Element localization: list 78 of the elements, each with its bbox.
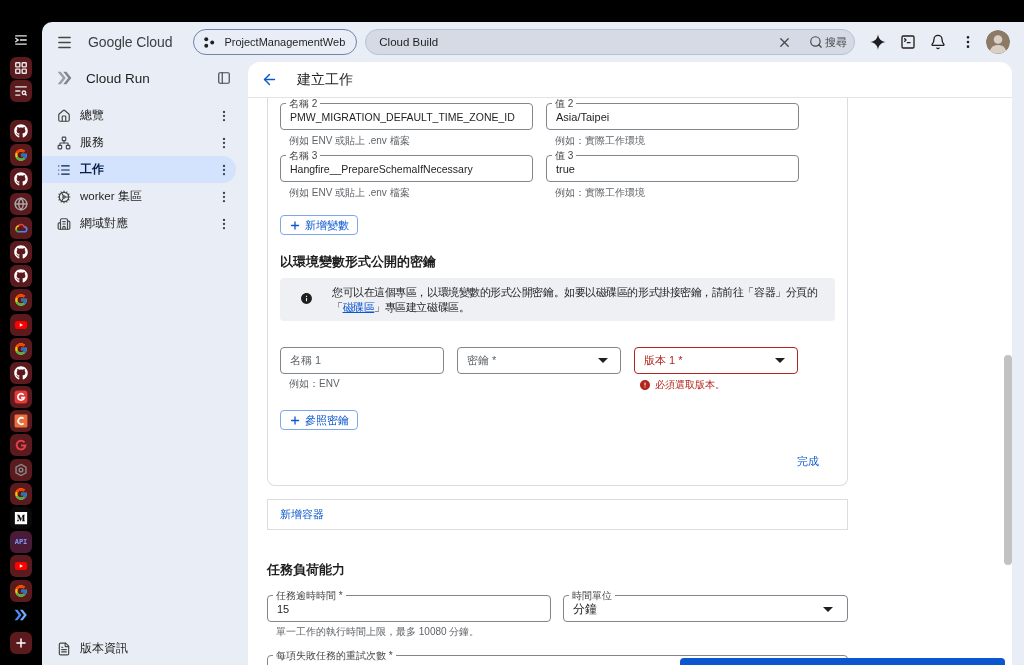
name-field[interactable]: 名稱 2 PMW_MIGRATION_DEFAULT_TIME_ZONE_ID	[280, 98, 533, 130]
error-message: 必須選取版本。	[655, 378, 725, 392]
value-field[interactable]: 值 2 Asia/Taipei	[546, 98, 799, 130]
done-button[interactable]: 完成	[797, 454, 819, 468]
github-icon[interactable]	[10, 168, 32, 191]
nav-item[interactable]: 總覽	[42, 102, 236, 129]
building-icon	[57, 216, 71, 231]
indent-icon[interactable]	[14, 33, 28, 47]
sidebar-panel-icon[interactable]	[217, 71, 231, 85]
product-name[interactable]: Google Cloud	[88, 34, 173, 50]
version-select[interactable]: 版本 1 *	[634, 347, 798, 374]
globe-icon[interactable]	[10, 192, 32, 215]
release-notes-link[interactable]: 版本資訊	[42, 635, 162, 662]
m-logo-icon[interactable]	[10, 507, 32, 529]
nav-item[interactable]: 網域對應	[42, 210, 236, 237]
field-hint: 例如：ENV	[288, 378, 340, 389]
c-logo-icon[interactable]	[10, 410, 32, 433]
section-heading: 以環境變數形式公開的密鑰	[280, 254, 436, 270]
document-icon	[57, 641, 71, 656]
error-icon	[639, 379, 651, 391]
section-heading: 任務負荷能力	[267, 562, 345, 578]
github-icon[interactable]	[10, 361, 32, 384]
chevrons-icon[interactable]	[14, 608, 28, 621]
bell-icon[interactable]	[930, 34, 947, 50]
list-icon	[57, 162, 71, 177]
name-field[interactable]: 名稱 1	[280, 347, 444, 374]
field-hint: 例如 ENV 或貼上 .env 檔案	[288, 135, 410, 146]
product-title: Cloud Run	[86, 70, 150, 86]
github-icon[interactable]	[10, 265, 32, 288]
caret-icon	[598, 358, 608, 363]
scrollbar-thumb[interactable]	[1004, 355, 1012, 565]
field-hint: 單一工作的執行時間上限，最多 10080 分鐘。	[275, 626, 480, 637]
nav-item[interactable]: worker 集區	[42, 183, 236, 210]
info-text: 您可以在這個專區，以環境變數的形式公開密鑰。如要以磁碟區的形式掛接密鑰，請前往「容器」分頁的「磁碟區」專區建立磁碟區。	[332, 284, 819, 315]
list-search-icon[interactable]	[10, 80, 32, 102]
chevrons-logo-icon	[57, 71, 72, 85]
reference-secret-button[interactable]: 參照密鑰	[280, 410, 358, 430]
google-icon[interactable]	[10, 144, 32, 167]
google-icon[interactable]	[10, 482, 32, 505]
info-icon	[300, 291, 313, 305]
add-variable-button[interactable]: 新增變數	[280, 215, 358, 235]
volume-link[interactable]: 磁碟區	[342, 300, 375, 313]
grid-icon[interactable]	[10, 57, 32, 79]
page-title: 建立工作	[297, 70, 353, 89]
add-container-button[interactable]: 新增容器	[267, 499, 848, 530]
search-field[interactable]: Cloud Build 搜尋	[365, 29, 856, 55]
caret-icon	[775, 358, 785, 363]
timeout-field[interactable]: 任務逾時時間 * 15	[267, 590, 551, 622]
dots-icon	[203, 35, 217, 49]
caret-icon	[823, 606, 833, 612]
field-hint: 例如：實際工作環境	[554, 135, 645, 146]
google-icon[interactable]	[10, 579, 32, 602]
youtube-icon[interactable]	[10, 555, 32, 578]
secret-select[interactable]: 密鑰 *	[457, 347, 621, 374]
google-icon[interactable]	[10, 289, 32, 312]
hexagon-icon[interactable]	[10, 458, 32, 481]
field-hint: 例如：實際工作環境	[554, 187, 645, 198]
gear-icon	[57, 189, 71, 204]
field-hint: 例如 ENV 或貼上 .env 檔案	[288, 187, 410, 198]
youtube-icon[interactable]	[10, 313, 32, 336]
nav-item[interactable]: 工作	[42, 156, 236, 183]
terminal-icon[interactable]	[900, 34, 917, 50]
cloud-icon[interactable]	[10, 216, 32, 239]
plus-icon[interactable]	[10, 631, 32, 654]
github-icon[interactable]	[10, 120, 32, 142]
project-picker[interactable]: ProjectManagementWeb	[193, 29, 358, 55]
search-button[interactable]: 搜尋	[809, 34, 848, 50]
google-icon[interactable]	[10, 337, 32, 360]
search-icon	[809, 35, 824, 49]
g-logo-icon[interactable]	[10, 386, 32, 409]
github-icon[interactable]	[10, 240, 32, 263]
network-icon	[57, 135, 71, 150]
nav-item[interactable]: 服務	[42, 129, 236, 156]
name-field[interactable]: 名稱 3 Hangfire__PrepareSchemaIfNecessary	[280, 150, 533, 182]
house-icon	[57, 108, 71, 123]
value-field[interactable]: 值 3 true	[546, 150, 799, 182]
avatar-icon[interactable]	[986, 30, 1011, 54]
time-unit-select[interactable]: 時間單位 分鐘	[563, 590, 848, 622]
